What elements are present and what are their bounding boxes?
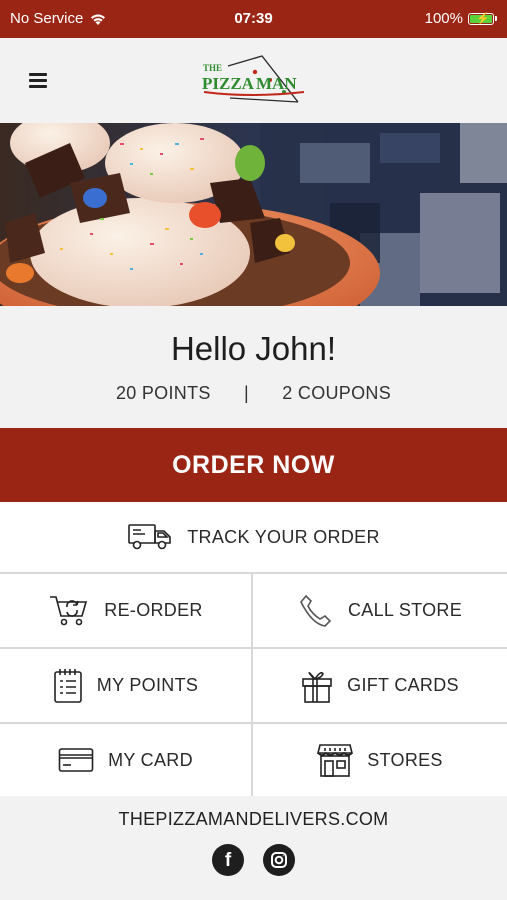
hero-dessert-image bbox=[0, 123, 507, 306]
instagram-icon[interactable] bbox=[263, 844, 295, 876]
stats-separator: | bbox=[244, 383, 249, 403]
cart-reload-icon bbox=[50, 595, 88, 625]
stores-label: STORES bbox=[367, 749, 443, 770]
app-header: THE PIZZA MAN bbox=[0, 38, 507, 123]
order-now-button[interactable]: ORDER NOW bbox=[0, 428, 507, 502]
action-grid: RE-ORDER CALL STORE MY POINTS GIFT CARDS bbox=[0, 574, 507, 796]
track-order-button[interactable]: TRACK YOUR ORDER bbox=[0, 502, 507, 574]
my-points-button[interactable]: MY POINTS bbox=[0, 649, 251, 722]
coupons-count[interactable]: 2 COUPONS bbox=[282, 383, 391, 403]
instagram-glyph bbox=[271, 852, 287, 868]
credit-card-icon bbox=[58, 748, 94, 772]
hamburger-menu-icon[interactable] bbox=[29, 73, 47, 88]
svg-text:THE: THE bbox=[203, 63, 222, 73]
my-points-label: MY POINTS bbox=[96, 675, 199, 695]
gift-cards-button[interactable]: GIFT CARDS bbox=[253, 649, 507, 722]
facebook-glyph: f bbox=[224, 849, 232, 871]
rewards-summary: 20 POINTS | 2 COUPONS bbox=[0, 383, 507, 404]
battery-percent: 100% bbox=[424, 10, 463, 27]
call-store-label: CALL STORE bbox=[347, 600, 463, 620]
my-card-label: MY CARD bbox=[108, 749, 193, 770]
track-order-label: TRACK YOUR ORDER bbox=[187, 526, 380, 547]
gift-icon bbox=[302, 671, 332, 703]
pizza-man-logo: THE PIZZA MAN bbox=[202, 55, 305, 103]
delivery-truck-icon bbox=[128, 524, 172, 550]
points-count[interactable]: 20 POINTS bbox=[116, 383, 211, 403]
re-order-button[interactable]: RE-ORDER bbox=[0, 574, 251, 647]
storefront-icon bbox=[317, 744, 354, 777]
gift-cards-label: GIFT CARDS bbox=[347, 675, 459, 695]
call-store-button[interactable]: CALL STORE bbox=[253, 574, 507, 647]
stores-button[interactable]: STORES bbox=[253, 724, 507, 796]
my-card-button[interactable]: MY CARD bbox=[0, 724, 251, 796]
notepad-icon bbox=[53, 668, 82, 703]
phone-icon bbox=[300, 594, 332, 627]
battery-icon: ⚡ bbox=[468, 12, 494, 25]
greeting-title: Hello John! bbox=[170, 330, 337, 367]
svg-text:PIZZA: PIZZA bbox=[202, 74, 255, 93]
re-order-label: RE-ORDER bbox=[104, 600, 203, 620]
status-right: 100% ⚡ bbox=[425, 10, 497, 27]
facebook-icon[interactable]: f bbox=[212, 844, 244, 876]
website-link[interactable]: THEPIZZAMANDELIVERS.COM bbox=[0, 809, 507, 830]
svg-text:MAN: MAN bbox=[256, 74, 297, 93]
status-bar: No Service 07:39 100% ⚡ bbox=[0, 0, 507, 38]
